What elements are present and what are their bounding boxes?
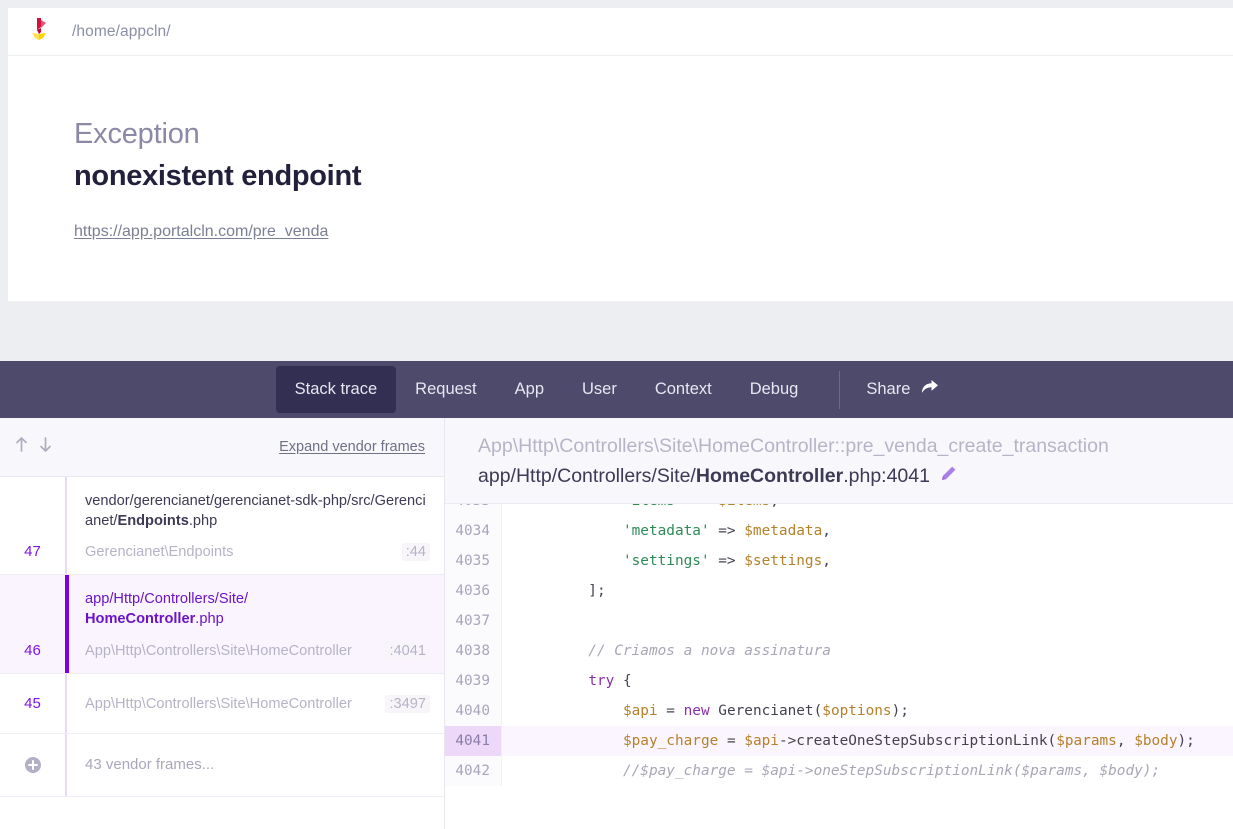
frames-list: 47 vendor/gerencianet/gerencianet-sdk-ph… [0, 477, 444, 829]
code-line-number: 4033 [445, 504, 502, 517]
frame-file-ext: .php [188, 513, 218, 530]
frame-body: vendor/gerencianet/gerencianet-sdk-php/s… [65, 477, 444, 575]
frames-header: Expand vendor frames [0, 418, 444, 477]
code-line-number: 4036 [445, 576, 502, 607]
frame-number: 47 [24, 543, 41, 561]
code-path-file: HomeController [695, 464, 844, 487]
code-line-source [502, 606, 519, 636]
code-line-source: $api = new Gerencianet($options); [622, 703, 909, 720]
frame-meta: Gerencianet\Endpoints :44 [85, 543, 430, 562]
vendor-frames-body: 43 vendor frames... [65, 733, 444, 796]
frame-nav-arrows [14, 436, 53, 458]
stack-trace-body: Expand vendor frames 47 vendor/gerencian… [0, 418, 1233, 829]
frame-file-name: Endpoints [117, 513, 189, 530]
frame-line-number: :44 [401, 543, 430, 562]
frame-line-number: :3497 [385, 694, 430, 713]
frame-number: 45 [24, 694, 41, 712]
code-path-suffix: .php:4041 [843, 464, 930, 487]
code-line: 4038 // Criamos a nova assinatura [445, 636, 1233, 667]
code-line: 4036 ]; [445, 576, 1233, 607]
tab-request[interactable]: Request [396, 366, 495, 413]
plus-circle-icon[interactable] [0, 756, 65, 774]
frame-file-prefix: app/Http/Controllers/Site/ [85, 591, 249, 608]
code-panel: App\Http\Controllers\Site\HomeController… [445, 418, 1233, 829]
share-button[interactable]: Share [848, 366, 957, 413]
frame-meta: App\Http\Controllers\Site\HomeController… [85, 641, 430, 660]
vendor-frames-row[interactable]: 43 vendor frames... [0, 733, 444, 797]
frame-class: App\Http\Controllers\Site\HomeController [85, 642, 352, 659]
code-path-text: app/Http/Controllers/Site/HomeController… [478, 463, 930, 491]
frame-row-45[interactable]: 45 App\Http\Controllers\Site\HomeControl… [0, 673, 444, 734]
frame-class: App\Http\Controllers\Site\HomeController [85, 695, 352, 712]
expand-vendor-frames-link[interactable]: Expand vendor frames [279, 439, 425, 455]
code-viewer[interactable]: 4033 'items' => $items,4034 'metadata' =… [445, 504, 1233, 829]
code-line-source: // Criamos a nova assinatura [519, 643, 831, 660]
share-arrow-icon [921, 379, 939, 400]
arrow-down-icon[interactable] [38, 436, 53, 458]
exception-type: Exception [74, 118, 200, 150]
exception-message: nonexistent endpoint [74, 160, 362, 193]
frame-line-number: :4041 [385, 641, 430, 660]
tab-context[interactable]: Context [636, 366, 731, 413]
tab-stack-trace[interactable]: Stack trace [275, 366, 397, 413]
vendor-frames-label: 43 vendor frames... [85, 756, 215, 773]
tab-debug[interactable]: Debug [731, 366, 818, 413]
code-file-path: app/Http/Controllers/Site/HomeController… [478, 463, 1233, 491]
code-line-number: 4041 [445, 726, 502, 757]
code-line-source: $pay_charge = $api->createOneStepSubscri… [622, 733, 1195, 750]
code-function-name: App\Http\Controllers\Site\HomeController… [478, 435, 1109, 457]
code-line-number: 4034 [445, 516, 502, 547]
tab-navbar: Stack trace Request App User Context Deb… [0, 361, 1233, 418]
frame-body: app/Http/Controllers/Site/HomeController… [65, 575, 444, 673]
code-path-prefix: app/Http/Controllers/Site/ [478, 464, 696, 487]
frame-file-name: HomeController [85, 611, 196, 628]
tab-app[interactable]: App [496, 366, 563, 413]
tab-user[interactable]: User [563, 366, 636, 413]
code-line: 4037 [445, 606, 1233, 637]
code-line-number: 4042 [445, 756, 502, 787]
flare-logo-icon [28, 17, 50, 47]
path-bar: /home/appcln/ [8, 8, 1233, 56]
share-label: Share [866, 380, 911, 398]
exception-block: Exception nonexistent endpoint https://a… [8, 56, 1233, 241]
code-line-source: 'settings' => $settings, [622, 553, 831, 570]
code-line: 4039 try { [445, 666, 1233, 697]
code-line-source: //$pay_charge = $api->oneStepSubscriptio… [519, 763, 1161, 780]
code-line: 4034 'metadata' => $metadata, [445, 516, 1233, 547]
code-line-number: 4037 [445, 606, 502, 637]
frame-row-47[interactable]: 47 vendor/gerencianet/gerencianet-sdk-ph… [0, 477, 444, 576]
arrow-up-icon[interactable] [14, 436, 29, 458]
frame-number: 46 [24, 641, 41, 659]
path-text: /home/appcln/ [72, 22, 171, 40]
code-line-number: 4039 [445, 666, 502, 697]
code-line: 4040 $api = new Gerencianet($options); [445, 696, 1233, 727]
exception-url-link[interactable]: https://app.portalcln.com/pre_venda [74, 223, 328, 241]
nav-divider [839, 370, 841, 409]
code-lines: 4033 'items' => $items,4034 'metadata' =… [445, 504, 1233, 787]
frames-panel: Expand vendor frames 47 vendor/gerencian… [0, 418, 445, 829]
frame-file-path: vendor/gerencianet/gerencianet-sdk-php/s… [85, 491, 430, 531]
frame-meta: App\Http\Controllers\Site\HomeController… [85, 694, 430, 713]
code-line: 4035 'settings' => $settings, [445, 546, 1233, 577]
code-line: 4041 $pay_charge = $api->createOneStepSu… [445, 726, 1233, 757]
frame-file-path: app/Http/Controllers/Site/HomeController… [85, 589, 430, 629]
code-line-source: 'items' => $items, [502, 504, 779, 516]
pencil-icon[interactable] [940, 463, 957, 491]
code-line-source: ]; [519, 583, 606, 600]
code-line-source: try { [588, 673, 632, 690]
code-line-number: 4035 [445, 546, 502, 577]
frame-body: App\Http\Controllers\Site\HomeController… [65, 673, 444, 733]
error-card: /home/appcln/ Exception nonexistent endp… [8, 8, 1233, 301]
frame-file-ext: .php [195, 611, 224, 628]
frame-row-46[interactable]: 46 app/Http/Controllers/Site/HomeControl… [0, 575, 444, 674]
code-line: 4042 //$pay_charge = $api->oneStepSubscr… [445, 756, 1233, 787]
code-header: App\Http\Controllers\Site\HomeController… [445, 418, 1233, 505]
code-line-number: 4040 [445, 696, 502, 727]
code-line: 4033 'items' => $items, [445, 504, 1233, 517]
code-line-number: 4038 [445, 636, 502, 667]
code-line-source: 'metadata' => $metadata, [622, 523, 831, 540]
frame-class: Gerencianet\Endpoints [85, 544, 234, 561]
tab-list: Stack trace Request App User Context Deb… [275, 361, 958, 418]
